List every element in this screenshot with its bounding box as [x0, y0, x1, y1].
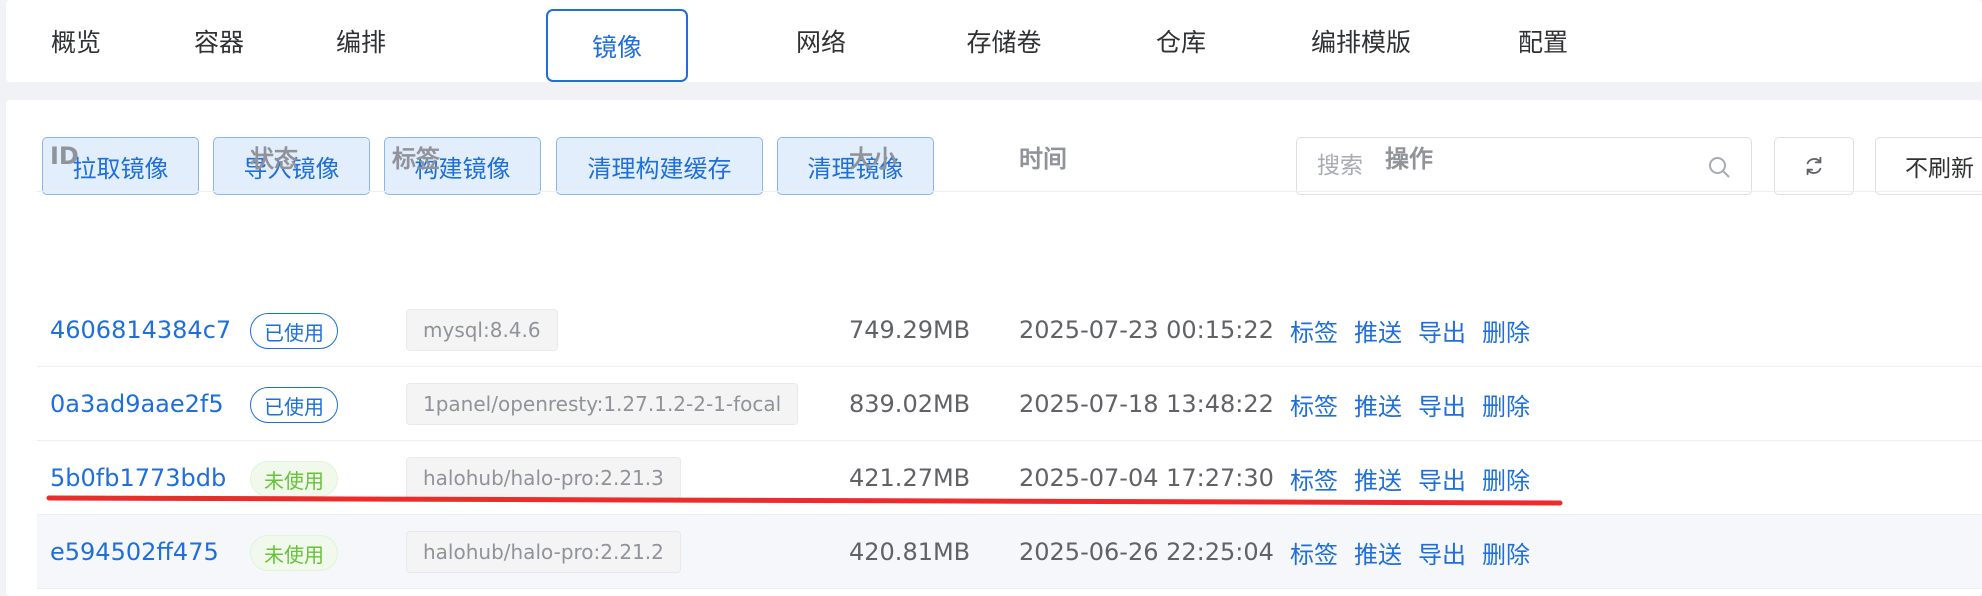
image-id-link[interactable]: 5b0fb1773bdb: [50, 441, 226, 515]
tab-overview[interactable]: 概览: [6, 0, 146, 82]
export-action-link[interactable]: 导出: [1418, 293, 1466, 367]
image-size: 420.81MB: [849, 538, 971, 566]
table-header: ID 状态 标签 大小 时间 操作: [37, 120, 1982, 192]
header-size: 大小: [849, 144, 897, 173]
image-id-link[interactable]: e594502ff475: [50, 515, 219, 589]
tag-action-link[interactable]: 标签: [1290, 367, 1338, 441]
tab-images[interactable]: 镜像: [546, 9, 688, 82]
tab-networks[interactable]: 网络: [751, 0, 891, 82]
header-id: ID: [50, 142, 79, 170]
status-badge: 未使用: [250, 535, 338, 571]
status-badge: 已使用: [250, 313, 338, 349]
tag-action-link[interactable]: 标签: [1290, 441, 1338, 515]
push-action-link[interactable]: 推送: [1354, 367, 1402, 441]
delete-action-link[interactable]: 删除: [1482, 441, 1530, 515]
delete-action-link[interactable]: 删除: [1482, 293, 1530, 367]
push-action-link[interactable]: 推送: [1354, 441, 1402, 515]
delete-action-link[interactable]: 删除: [1482, 515, 1530, 589]
image-tag: 1panel/openresty:1.27.1.2-2-1-focal: [406, 383, 799, 425]
image-id-link[interactable]: 0a3ad9aae2f5: [50, 367, 224, 441]
export-action-link[interactable]: 导出: [1418, 441, 1466, 515]
tab-compose[interactable]: 编排: [291, 0, 431, 82]
image-time: 2025-07-23 00:15:22: [1019, 316, 1274, 344]
tab-settings[interactable]: 配置: [1473, 0, 1613, 82]
image-time: 2025-06-26 22:25:04: [1019, 538, 1274, 566]
image-time: 2025-07-04 17:27:30: [1019, 464, 1274, 492]
image-id-link[interactable]: 4606814384c7: [50, 293, 231, 367]
tab-volumes[interactable]: 存储卷: [924, 0, 1084, 82]
header-tags: 标签: [392, 144, 440, 173]
image-tag: halohub/halo-pro:2.21.2: [406, 531, 681, 573]
status-badge: 未使用: [250, 461, 338, 497]
header-time: 时间: [1019, 144, 1067, 173]
table-row: 5b0fb1773bdb 未使用 halohub/halo-pro:2.21.3…: [37, 441, 1982, 515]
push-action-link[interactable]: 推送: [1354, 515, 1402, 589]
delete-action-link[interactable]: 删除: [1482, 367, 1530, 441]
export-action-link[interactable]: 导出: [1418, 367, 1466, 441]
status-badge: 已使用: [250, 387, 338, 423]
tag-action-link[interactable]: 标签: [1290, 515, 1338, 589]
tab-compose-templates[interactable]: 编排模版: [1276, 0, 1446, 82]
header-status: 状态: [250, 144, 298, 173]
header-actions: 操作: [1385, 144, 1433, 173]
table-row: e594502ff475 未使用 halohub/halo-pro:2.21.2…: [37, 515, 1982, 589]
push-action-link[interactable]: 推送: [1354, 293, 1402, 367]
image-size: 421.27MB: [849, 464, 971, 492]
image-tag: mysql:8.4.6: [406, 309, 558, 351]
tab-repositories[interactable]: 仓库: [1111, 0, 1251, 82]
tab-containers[interactable]: 容器: [149, 0, 289, 82]
top-tab-bar: 概览 容器 编排 镜像 网络 存储卷 仓库 编排模版 配置: [6, 0, 1982, 82]
tag-action-link[interactable]: 标签: [1290, 293, 1338, 367]
image-time: 2025-07-18 13:48:22: [1019, 390, 1274, 418]
export-action-link[interactable]: 导出: [1418, 515, 1466, 589]
table-row: 0a3ad9aae2f5 已使用 1panel/openresty:1.27.1…: [37, 367, 1982, 441]
image-size: 749.29MB: [849, 316, 971, 344]
image-tag: halohub/halo-pro:2.21.3: [406, 457, 681, 499]
image-size: 839.02MB: [849, 390, 971, 418]
table-row: 4606814384c7 已使用 mysql:8.4.6 749.29MB 20…: [37, 293, 1982, 367]
